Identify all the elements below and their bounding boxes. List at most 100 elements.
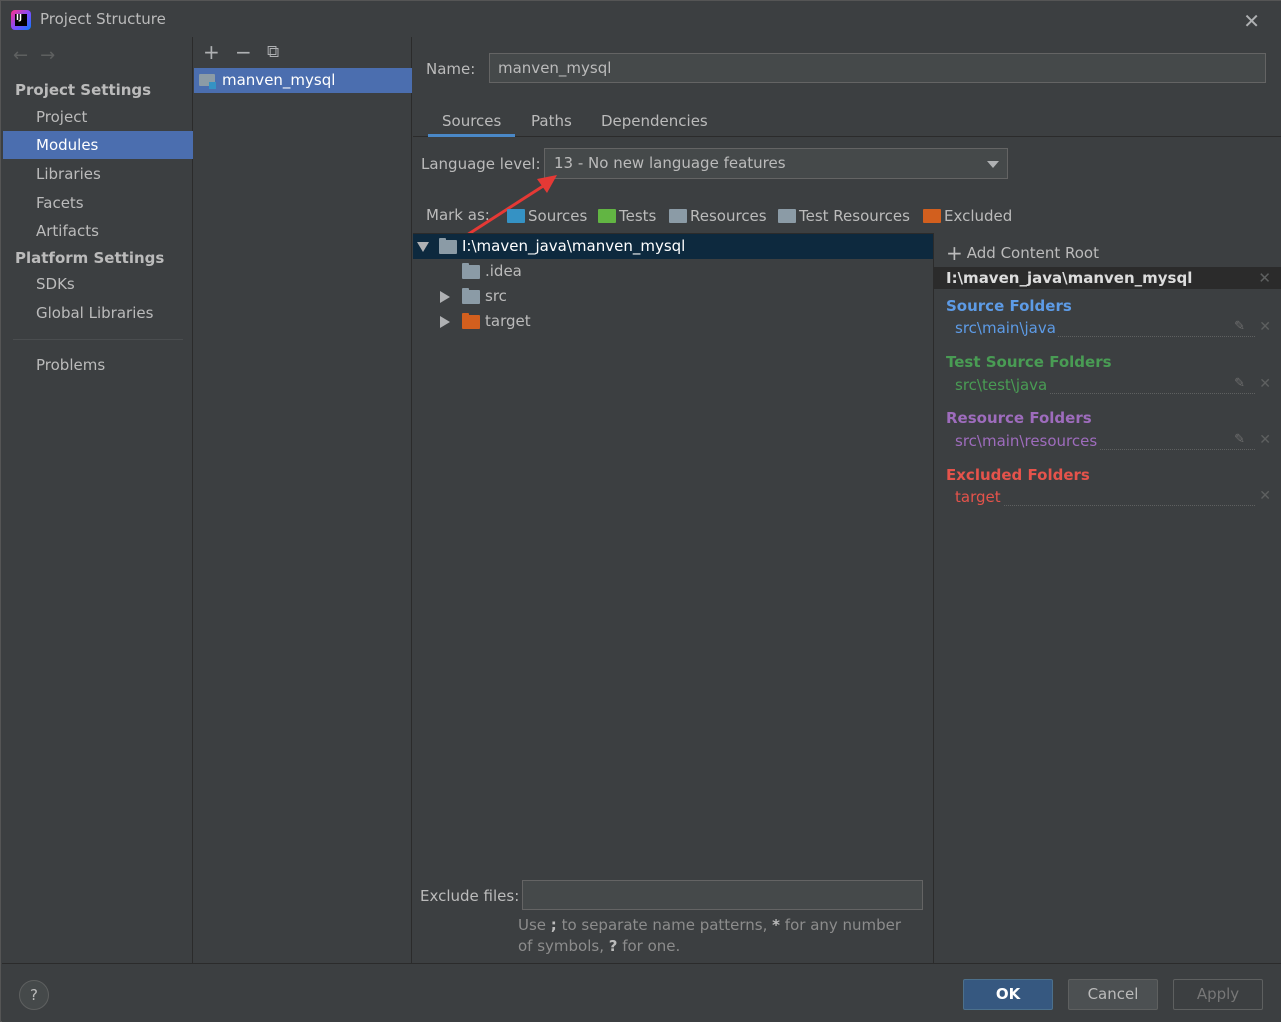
source-folder-path: src\main\java [955,319,1058,337]
mark-as-tests[interactable]: Tests [598,207,656,229]
modules-list-panel: + − ⧉ manven_mysql [194,37,412,963]
sidebar-item-project[interactable]: Project [3,103,193,131]
tree-row-idea[interactable]: .idea [413,259,933,284]
source-folder-entry: src\main\java [955,319,1255,337]
test-resources-folder-icon [778,209,796,223]
tree-row-label: I:\maven_java\manven_mysql [462,237,686,255]
tree-row-label: src [485,287,507,305]
edit-pencil-icon[interactable]: ✎ [1234,432,1245,447]
source-tree: I:\maven_java\manven_mysql .idea src tar… [413,233,933,867]
title-bar: IJ Project Structure ✕ [1,1,1281,37]
sidebar-item-global-libraries[interactable]: Global Libraries [3,299,193,327]
excluded-folder-path: target [955,488,1003,506]
back-arrow-icon[interactable]: ← [13,45,28,66]
mark-as-tests-label: Tests [619,207,657,225]
tree-row-target[interactable]: target [413,309,933,334]
expand-arrow-icon[interactable] [417,242,429,252]
test-source-folder-entry: src\test\java [955,376,1255,394]
annotation-arrow [466,175,557,237]
resources-folder-icon [669,209,687,223]
help-button[interactable]: ? [19,980,49,1010]
mark-as-test-resources-label: Test Resources [799,207,910,225]
remove-folder-icon[interactable]: ✕ [1259,319,1271,335]
content-root-path: I:\maven_java\manven_mysql ✕ [934,267,1281,289]
folder-icon [462,263,480,279]
excluded-folder-icon [462,313,480,329]
add-module-icon[interactable]: + [203,40,220,64]
exclude-files-hint: Use ; to separate name patterns, * for a… [518,916,902,955]
apply-button[interactable]: Apply [1173,979,1263,1010]
tree-row-label: target [485,312,531,330]
module-tabs: Sources Paths Dependencies [413,105,1281,137]
sidebar-item-problems[interactable]: Problems [3,351,193,379]
platform-settings-header: Platform Settings [15,249,165,267]
close-icon[interactable]: ✕ [1243,9,1260,33]
excluded-folder-entry: target [955,488,1255,506]
remove-content-root-icon[interactable]: ✕ [1258,267,1271,289]
copy-module-icon[interactable]: ⧉ [267,42,279,62]
collapse-arrow-icon[interactable] [440,291,450,303]
module-name-input[interactable]: manven_mysql [489,53,1266,83]
tree-row-root[interactable]: I:\maven_java\manven_mysql [413,234,933,259]
test-source-folder-path: src\test\java [955,376,1050,394]
collapse-arrow-icon[interactable] [440,316,450,328]
edit-pencil-icon[interactable]: ✎ [1234,376,1245,391]
tab-dependencies[interactable]: Dependencies [587,110,722,137]
forward-arrow-icon[interactable]: → [40,45,55,66]
tab-sources[interactable]: Sources [428,110,516,137]
edit-pencil-icon[interactable]: ✎ [1234,319,1245,334]
mark-as-resources[interactable]: Resources [669,207,767,229]
project-structure-dialog: IJ Project Structure ✕ ← → Project Settin… [0,0,1281,1022]
content-root-panel: + Add Content Root I:\maven_java\manven_m… [934,233,1281,963]
ok-button[interactable]: OK [963,979,1053,1010]
exclude-files-label: Exclude files: [420,887,520,905]
sidebar-item-sdks[interactable]: SDKs [3,270,193,298]
sources-folder-icon [507,209,525,223]
exclude-files-input[interactable] [522,880,923,910]
resource-folders-header: Resource Folders [946,409,1092,427]
remove-folder-icon[interactable]: ✕ [1259,488,1271,504]
module-settings-panel: Name: manven_mysql Sources Paths Depende… [413,37,1281,963]
add-content-root-label: Add Content Root [966,244,1099,262]
module-label: manven_mysql [222,71,336,89]
resource-folder-entry: src\main\resources [955,432,1255,450]
excluded-folder-icon [923,209,941,223]
remove-folder-icon[interactable]: ✕ [1259,432,1271,448]
tree-row-label: .idea [485,262,522,280]
window-title: Project Structure [40,10,166,28]
mark-as-sources-label: Sources [528,207,588,225]
sidebar-item-modules[interactable]: Modules [3,131,193,159]
sidebar-item-facets[interactable]: Facets [3,189,193,217]
project-settings-header: Project Settings [15,81,152,99]
sidebar-item-libraries[interactable]: Libraries [3,160,193,188]
excluded-folders-header: Excluded Folders [946,466,1090,484]
remove-module-icon[interactable]: − [235,40,252,64]
cancel-button[interactable]: Cancel [1068,979,1158,1010]
mark-as-test-resources[interactable]: Test Resources [778,207,910,229]
nav-arrows: ← → [13,45,67,66]
chevron-down-icon [987,161,999,168]
folder-icon [462,288,480,304]
language-level-value: 13 - No new language features [554,154,786,172]
modules-toolbar: + − ⧉ [194,37,412,67]
mark-as-excluded-label: Excluded [944,207,1013,225]
language-level-select[interactable]: 13 - No new language features [544,148,1008,179]
mark-as-sources[interactable]: Sources [507,207,587,229]
sidebar-item-artifacts[interactable]: Artifacts [3,217,193,245]
add-content-root-button[interactable]: + Add Content Root [946,241,1099,265]
tests-folder-icon [598,209,616,223]
settings-sidebar: ← → Project Settings Project Modules Libr… [3,37,193,963]
content-root-path-label: I:\maven_java\manven_mysql [946,269,1193,287]
source-folders-header: Source Folders [946,297,1072,315]
resource-folder-path: src\main\resources [955,432,1100,450]
remove-folder-icon[interactable]: ✕ [1259,376,1271,392]
module-folder-icon [199,74,216,89]
tab-paths[interactable]: Paths [517,110,586,137]
tree-row-src[interactable]: src [413,284,933,309]
mark-as-resources-label: Resources [690,207,767,225]
sidebar-divider [13,339,183,340]
mark-as-excluded[interactable]: Excluded [923,207,1012,229]
test-source-folders-header: Test Source Folders [946,353,1112,371]
module-item-manven-mysql[interactable]: manven_mysql [194,68,412,93]
plus-icon: + [946,241,963,265]
